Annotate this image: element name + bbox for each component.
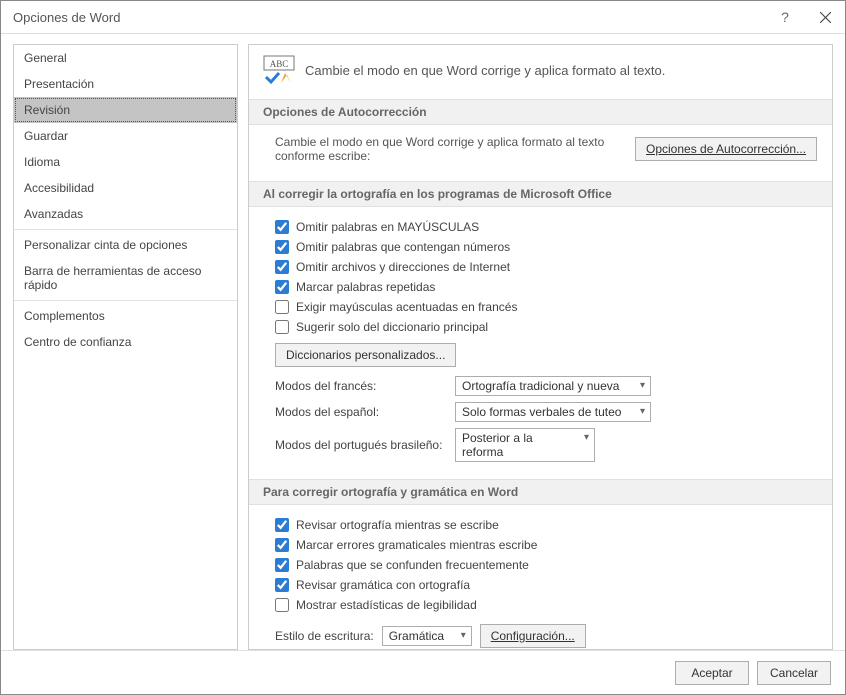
close-icon: [820, 12, 831, 23]
custom-dictionaries-button[interactable]: Diccionarios personalizados...: [275, 343, 456, 367]
sidebar-item-qat[interactable]: Barra de herramientas de acceso rápido: [14, 258, 237, 298]
check-readability[interactable]: [275, 598, 289, 612]
sidebar-item-general[interactable]: General: [14, 45, 237, 71]
check-numbers-label[interactable]: Omitir palabras que contengan números: [296, 240, 510, 254]
sidebar-separator: [14, 229, 237, 230]
close-button[interactable]: [805, 1, 845, 34]
check-main-dict[interactable]: [275, 320, 289, 334]
check-grammar-with-spell-label[interactable]: Revisar gramática con ortografía: [296, 578, 470, 592]
check-grammar-typing[interactable]: [275, 538, 289, 552]
sidebar: General Presentación Revisión Guardar Id…: [13, 44, 238, 650]
titlebar: Opciones de Word ?: [1, 1, 845, 34]
svg-text:ABC: ABC: [270, 59, 289, 69]
sidebar-item-guardar[interactable]: Guardar: [14, 123, 237, 149]
check-readability-label[interactable]: Mostrar estadísticas de legibilidad: [296, 598, 477, 612]
sidebar-separator: [14, 300, 237, 301]
options-dialog: Opciones de Word ? General Presentación …: [0, 0, 846, 695]
sidebar-item-presentacion[interactable]: Presentación: [14, 71, 237, 97]
writing-style-label: Estilo de escritura:: [275, 629, 374, 643]
sidebar-item-trust[interactable]: Centro de confianza: [14, 329, 237, 355]
section-spelling-office: Omitir palabras en MAYÚSCULAS Omitir pal…: [263, 217, 818, 479]
section-spelling-word-title: Para corregir ortografía y gramática en …: [249, 479, 832, 505]
check-repeated[interactable]: [275, 280, 289, 294]
sidebar-item-revision[interactable]: Revisión: [14, 97, 237, 123]
check-main-dict-label[interactable]: Sugerir solo del diccionario principal: [296, 320, 488, 334]
section-spelling-word: Revisar ortografía mientras se escribe M…: [263, 515, 818, 650]
check-confused[interactable]: [275, 558, 289, 572]
autocorrect-desc: Cambie el modo en que Word corrige y apl…: [275, 135, 615, 163]
french-mode-label: Modos del francés:: [275, 379, 447, 393]
cancel-button[interactable]: Cancelar: [757, 661, 831, 685]
check-spell-typing-label[interactable]: Revisar ortografía mientras se escribe: [296, 518, 499, 532]
check-grammar-with-spell[interactable]: [275, 578, 289, 592]
check-numbers[interactable]: [275, 240, 289, 254]
help-button[interactable]: ?: [765, 1, 805, 34]
portuguese-mode-select[interactable]: Posterior a la reforma: [455, 428, 595, 462]
portuguese-mode-label: Modos del portugués brasileño:: [275, 438, 447, 452]
sidebar-item-ribbon[interactable]: Personalizar cinta de opciones: [14, 232, 237, 258]
check-french-caps-label[interactable]: Exigir mayúsculas acentuadas en francés: [296, 300, 517, 314]
check-repeated-label[interactable]: Marcar palabras repetidas: [296, 280, 435, 294]
check-confused-label[interactable]: Palabras que se confunden frecuentemente: [296, 558, 529, 572]
sidebar-item-accesibilidad[interactable]: Accesibilidad: [14, 175, 237, 201]
dialog-footer: Aceptar Cancelar: [1, 650, 845, 694]
writing-style-select[interactable]: Gramática: [382, 626, 472, 646]
check-spell-typing[interactable]: [275, 518, 289, 532]
autocorrect-options-button[interactable]: Opciones de Autocorrección...: [635, 137, 817, 161]
sidebar-item-idioma[interactable]: Idioma: [14, 149, 237, 175]
spanish-mode-select[interactable]: Solo formas verbales de tuteo: [455, 402, 651, 422]
check-urls[interactable]: [275, 260, 289, 274]
spanish-mode-label: Modos del español:: [275, 405, 447, 419]
french-mode-select[interactable]: Ortografía tradicional y nueva: [455, 376, 651, 396]
check-uppercase-label[interactable]: Omitir palabras en MAYÚSCULAS: [296, 220, 479, 234]
check-uppercase[interactable]: [275, 220, 289, 234]
check-french-caps[interactable]: [275, 300, 289, 314]
window-title: Opciones de Word: [13, 10, 765, 25]
page-subtitle: Cambie el modo en que Word corrige y apl…: [305, 63, 665, 78]
ok-button[interactable]: Aceptar: [675, 661, 749, 685]
sidebar-item-avanzadas[interactable]: Avanzadas: [14, 201, 237, 227]
proofing-icon: ABC: [263, 55, 295, 85]
section-autocorrect: Cambie el modo en que Word corrige y apl…: [263, 135, 818, 181]
section-spelling-office-title: Al corregir la ortografía en los program…: [249, 181, 832, 207]
content-pane: ABC Cambie el modo en que Word corrige y…: [248, 44, 833, 650]
check-urls-label[interactable]: Omitir archivos y direcciones de Interne…: [296, 260, 510, 274]
page-header: ABC Cambie el modo en que Word corrige y…: [263, 55, 818, 85]
grammar-settings-button[interactable]: Configuración...: [480, 624, 586, 648]
dialog-body: General Presentación Revisión Guardar Id…: [1, 34, 845, 650]
section-autocorrect-title: Opciones de Autocorrección: [249, 99, 832, 125]
check-grammar-typing-label[interactable]: Marcar errores gramaticales mientras esc…: [296, 538, 537, 552]
sidebar-item-complementos[interactable]: Complementos: [14, 303, 237, 329]
